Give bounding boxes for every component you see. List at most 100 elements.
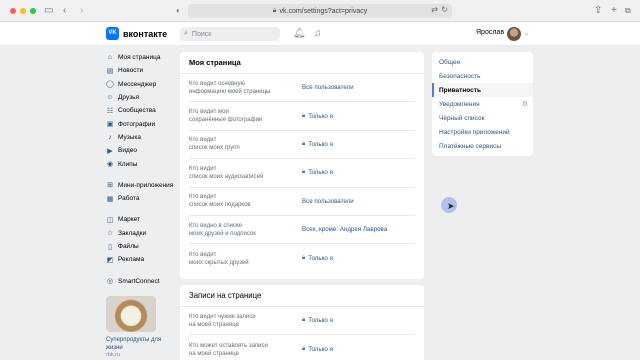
- sidebar-item-music[interactable]: ♪ Музыка: [106, 131, 176, 144]
- privacy-row-label: Кто видно в списке моих друзей и подписо…: [189, 222, 256, 237]
- gear-icon[interactable]: ⚙: [522, 100, 528, 108]
- browser-toolbar: ▭ ‹ › ◐ 🔒︎ vk.com/settings?act=privacy ⇄…: [0, 0, 640, 22]
- sidebar-item-work[interactable]: ▦ Работа: [106, 192, 176, 205]
- privacy-row-label: Кто видит список моих аудиозаписей: [189, 165, 264, 180]
- sidebar-item-video[interactable]: ▶ Видео: [106, 144, 176, 157]
- sidebar-item-ads[interactable]: ◩ Реклама: [106, 253, 176, 266]
- search-icon: ⌕: [184, 30, 188, 37]
- back-arrow-icon[interactable]: ‹: [63, 4, 66, 18]
- translate-icon[interactable]: ⇄: [431, 5, 438, 14]
- reload-icon[interactable]: ↻: [441, 5, 448, 14]
- music-player-icon[interactable]: ♫: [314, 28, 322, 40]
- privacy-row: Кто видит чужие записи на моей странице …: [189, 307, 415, 336]
- sidebar-item-clips[interactable]: ◉ Клипы: [106, 157, 176, 170]
- sidebar-toggle-icon[interactable]: ▭: [44, 4, 53, 18]
- sidebar-item-my-page[interactable]: ⌂ Моя страница: [106, 51, 176, 64]
- user-name[interactable]: Ярослав: [476, 29, 504, 36]
- friends-icon: ☺: [106, 94, 114, 102]
- music-icon: ♪: [108, 133, 112, 141]
- privacy-section-my-page: Моя страница Кто видит основную информац…: [180, 52, 424, 279]
- vk-logo-text: вконтакте: [123, 28, 168, 39]
- privacy-row-label: Кто может оставлять записи на моей стран…: [189, 342, 268, 357]
- sidebar-item-files[interactable]: ▯ Файлы: [106, 240, 176, 253]
- lock-icon: 🔒︎: [302, 346, 306, 353]
- close-window-button[interactable]: [10, 8, 16, 14]
- section-title: Записи на странице: [180, 285, 424, 307]
- settings-menu-security[interactable]: Безопасность: [432, 69, 533, 83]
- settings-menu-notifications[interactable]: Уведомления ⚙: [432, 97, 533, 111]
- vk-logo-mark: VK: [106, 27, 119, 40]
- privacy-row: Кто видит мои сохранённые фотографии 🔒︎ Т…: [189, 102, 415, 131]
- privacy-value-link[interactable]: Все пользователи: [302, 198, 354, 205]
- chevron-down-icon[interactable]: ⌄: [524, 30, 529, 37]
- lock-icon: 🔒︎: [302, 169, 306, 176]
- privacy-row-label: Кто видит основную информацию моей стран…: [189, 80, 271, 95]
- search-placeholder: Поиск: [191, 30, 212, 38]
- message-icon: ◯: [106, 81, 114, 89]
- settings-menu-app-settings[interactable]: Настройки приложений: [432, 125, 533, 139]
- sidebar-item-photos[interactable]: ▣ Фотографии: [106, 117, 176, 130]
- notifications-bell-icon[interactable]: 🔔︎: [293, 28, 306, 40]
- settings-menu-blacklist[interactable]: Чёрный список: [432, 111, 533, 125]
- zoom-window-button[interactable]: [30, 8, 36, 14]
- promo-source: rbk.ru: [106, 352, 121, 358]
- ads-icon: ◩: [106, 256, 114, 264]
- settings-menu-payment-services[interactable]: Платёжные сервисы: [432, 140, 533, 154]
- privacy-row: Кто видит список моих подарков Все польз…: [189, 188, 415, 216]
- lock-icon: 🔒︎: [272, 7, 277, 14]
- smartconnect-icon: ◎: [106, 278, 114, 286]
- sidebar-item-market[interactable]: ◫ Маркет: [106, 213, 176, 226]
- privacy-value-link[interactable]: 🔒︎ Только я: [302, 317, 333, 324]
- apps-icon: ⊞: [107, 182, 113, 190]
- photo-icon: ▣: [106, 121, 114, 129]
- lock-icon: 🔒︎: [302, 255, 306, 262]
- privacy-row-label: Кто видит чужие записи на моей странице: [189, 313, 256, 328]
- privacy-value-link[interactable]: Всех, кроме: Андрея Лаврова: [302, 226, 387, 233]
- sidebar-item-groups[interactable]: ☷ Сообщества: [106, 104, 176, 117]
- address-bar[interactable]: 🔒︎ vk.com/settings?act=privacy ⇄ ↻: [188, 4, 452, 18]
- settings-menu-general[interactable]: Общее: [432, 55, 533, 69]
- new-tab-icon[interactable]: +: [611, 4, 617, 18]
- privacy-row-label: Кто видит моих скрытых друзей: [189, 251, 249, 266]
- minimize-window-button[interactable]: [20, 8, 26, 14]
- section-title: Моя страница: [180, 52, 424, 74]
- avatar[interactable]: [507, 27, 521, 41]
- privacy-row-label: Кто видит список моих подарков: [189, 194, 251, 209]
- files-icon: ▯: [108, 243, 112, 251]
- sidebar-item-messenger[interactable]: ◯ Мессенджер: [106, 78, 176, 91]
- vk-logo[interactable]: VK вконтакте: [106, 27, 167, 40]
- market-icon: ◫: [106, 216, 114, 224]
- sidebar-item-news[interactable]: ▤ Новости: [106, 64, 176, 77]
- privacy-value-link[interactable]: 🔒︎ Только я: [302, 141, 333, 148]
- promo-block[interactable]: Суперпродукты для жизни rbk.ru: [106, 296, 164, 358]
- search-input[interactable]: ⌕ Поиск: [180, 27, 280, 41]
- sidebar-item-smartconnect[interactable]: ◎ SmartConnect: [106, 274, 176, 287]
- privacy-value-link[interactable]: Все пользователи: [302, 84, 354, 91]
- sidebar-item-friends[interactable]: ☺ Друзья: [106, 91, 176, 104]
- settings-menu: Общее Безопасность Приватность Уведомлен…: [432, 52, 533, 156]
- bookmark-icon: ☆: [106, 230, 114, 238]
- privacy-value-link[interactable]: 🔒︎ Только я: [302, 346, 333, 353]
- sidebar-item-bookmarks[interactable]: ☆ Закладки: [106, 227, 176, 240]
- privacy-value-link[interactable]: 🔒︎ Только я: [302, 255, 333, 262]
- lock-icon: 🔒︎: [302, 140, 306, 147]
- share-icon[interactable]: ⇪: [594, 4, 602, 18]
- privacy-value-link[interactable]: 🔒︎ Только я: [302, 169, 333, 176]
- privacy-section-wall-posts: Записи на странице Кто видит чужие запис…: [180, 285, 424, 360]
- tab-overview-icon[interactable]: ⧉: [625, 4, 631, 18]
- site-header: VK вконтакте ⌕ Поиск 🔔︎ ♫ Ярослав ⌄: [0, 22, 640, 46]
- video-icon: ▶: [107, 147, 113, 155]
- privacy-shield-icon[interactable]: ◐: [176, 4, 181, 18]
- forward-arrow-icon[interactable]: ›: [80, 4, 83, 18]
- groups-icon: ☷: [106, 107, 114, 115]
- work-icon: ▦: [106, 195, 114, 203]
- privacy-row-label: Кто видит мои сохранённые фотографии: [189, 109, 263, 124]
- settings-menu-privacy[interactable]: Приватность: [432, 83, 533, 98]
- home-icon: ⌂: [107, 54, 113, 62]
- promo-image: [106, 296, 156, 332]
- sidebar-item-mini-apps[interactable]: ⊞ Мини-приложения: [106, 179, 176, 192]
- privacy-value-link[interactable]: 🔒︎ Только я: [302, 113, 333, 120]
- promo-title[interactable]: Суперпродукты для жизни: [106, 336, 164, 352]
- news-icon: ▤: [106, 67, 114, 75]
- privacy-row-label: Кто видит список моих групп: [189, 137, 240, 152]
